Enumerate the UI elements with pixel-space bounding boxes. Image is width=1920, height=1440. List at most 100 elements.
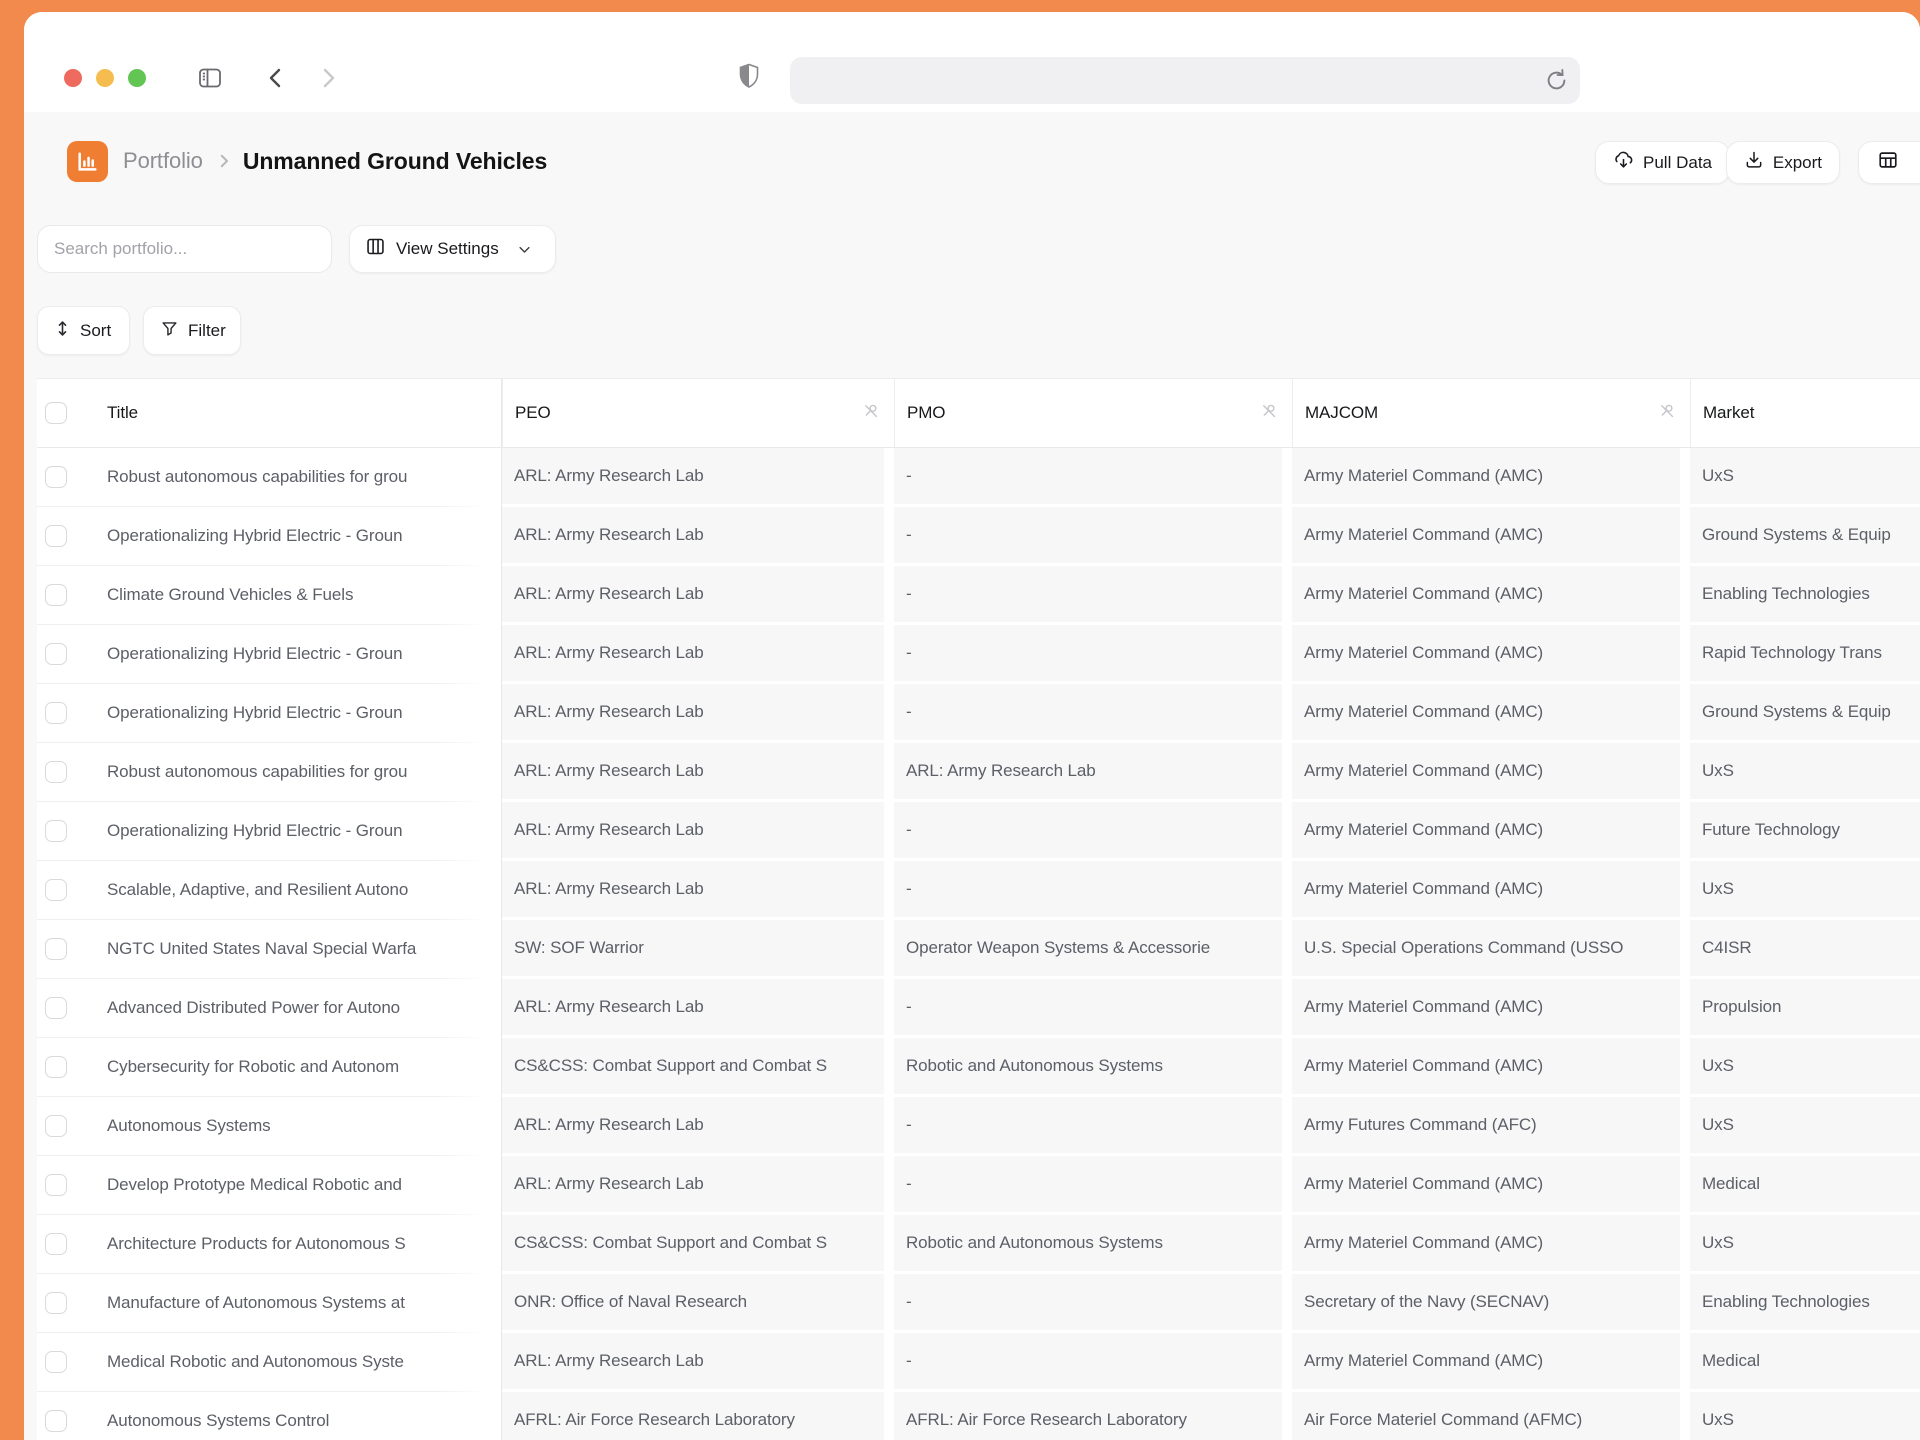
cell-market: Rapid Technology Trans (1690, 625, 1920, 684)
chevron-down-icon (517, 242, 532, 257)
table-row[interactable]: Manufacture of Autonomous Systems at ONR… (37, 1274, 1920, 1333)
address-bar[interactable] (790, 57, 1580, 104)
zoom-window-button[interactable] (128, 69, 146, 87)
table-row[interactable]: Robust autonomous capabilities for grou … (37, 743, 1920, 802)
reload-icon[interactable] (1543, 67, 1570, 99)
table-row[interactable]: Operationalizing Hybrid Electric - Groun… (37, 625, 1920, 684)
cell-title: Autonomous Systems Control (92, 1392, 490, 1440)
sort-button[interactable]: Sort (37, 306, 130, 355)
row-checkbox[interactable] (45, 1292, 67, 1314)
row-checkbox[interactable] (45, 1056, 67, 1078)
pinned-column-divider (490, 861, 502, 920)
cell-majcom: Army Materiel Command (AMC) (1292, 1333, 1690, 1392)
table-row[interactable]: Autonomous Systems ARL: Army Research La… (37, 1097, 1920, 1156)
cell-market: UxS (1690, 1392, 1920, 1440)
export-button[interactable]: Export (1726, 141, 1840, 184)
table-row[interactable]: Autonomous Systems Control AFRL: Air For… (37, 1392, 1920, 1440)
cell-pmo: - (894, 979, 1292, 1038)
portfolio-table: Title PEO PMO (37, 378, 1920, 1440)
cell-title: Operationalizing Hybrid Electric - Groun (92, 684, 490, 743)
breadcrumb-chevron-icon (215, 152, 233, 170)
cell-peo: ARL: Army Research Lab (502, 802, 894, 861)
cell-title: Architecture Products for Autonomous S (92, 1215, 490, 1274)
cell-market: UxS (1690, 448, 1920, 507)
cell-pmo: AFRL: Air Force Research Laboratory (894, 1392, 1292, 1440)
row-checkbox[interactable] (45, 1233, 67, 1255)
view-settings-label: View Settings (396, 239, 499, 259)
pull-data-button[interactable]: Pull Data (1595, 141, 1730, 184)
cell-title: Scalable, Adaptive, and Resilient Autono (92, 861, 490, 920)
cell-peo: AFRL: Air Force Research Laboratory (502, 1392, 894, 1440)
cell-peo: ARL: Army Research Lab (502, 1333, 894, 1392)
cell-market: Ground Systems & Equip (1690, 684, 1920, 743)
pin-off-icon[interactable] (1658, 402, 1676, 425)
row-checkbox[interactable] (45, 1410, 67, 1432)
cell-title: Robust autonomous capabilities for grou (92, 448, 490, 507)
table-row[interactable]: Operationalizing Hybrid Electric - Groun… (37, 802, 1920, 861)
column-header-pmo[interactable]: PMO (894, 379, 1292, 447)
select-all-checkbox[interactable] (45, 402, 67, 424)
filter-label: Filter (188, 321, 226, 341)
pin-off-icon[interactable] (1260, 402, 1278, 425)
cell-majcom: Secretary of the Navy (SECNAV) (1292, 1274, 1690, 1333)
portfolio-app-icon (67, 141, 108, 182)
view-settings-button[interactable]: View Settings (349, 225, 556, 273)
cell-majcom: Army Materiel Command (AMC) (1292, 625, 1690, 684)
table-row[interactable]: Advanced Distributed Power for Autono AR… (37, 979, 1920, 1038)
row-checkbox[interactable] (45, 466, 67, 488)
row-checkbox[interactable] (45, 997, 67, 1019)
table-row[interactable]: Robust autonomous capabilities for grou … (37, 448, 1920, 507)
cell-peo: ARL: Army Research Lab (502, 684, 894, 743)
table-row[interactable]: Scalable, Adaptive, and Resilient Autono… (37, 861, 1920, 920)
table-view-button[interactable] (1858, 141, 1920, 184)
cell-pmo: - (894, 802, 1292, 861)
row-checkbox[interactable] (45, 761, 67, 783)
row-checkbox[interactable] (45, 643, 67, 665)
row-checkbox[interactable] (45, 1174, 67, 1196)
table-row[interactable]: Operationalizing Hybrid Electric - Groun… (37, 507, 1920, 566)
pinned-column-divider (490, 802, 502, 861)
back-button[interactable] (264, 66, 288, 95)
table-row[interactable]: Climate Ground Vehicles & Fuels ARL: Arm… (37, 566, 1920, 625)
row-checkbox[interactable] (45, 525, 67, 547)
row-checkbox[interactable] (45, 820, 67, 842)
column-header-market[interactable]: Market (1690, 379, 1920, 447)
row-checkbox[interactable] (45, 938, 67, 960)
column-header-title[interactable]: Title (92, 379, 490, 447)
row-checkbox[interactable] (45, 584, 67, 606)
cell-peo: ARL: Army Research Lab (502, 448, 894, 507)
search-input[interactable] (37, 225, 332, 273)
table-row[interactable]: Architecture Products for Autonomous S C… (37, 1215, 1920, 1274)
table-row[interactable]: Cybersecurity for Robotic and Autonom CS… (37, 1038, 1920, 1097)
minimize-window-button[interactable] (96, 69, 114, 87)
cell-title: Operationalizing Hybrid Electric - Groun (92, 625, 490, 684)
cell-pmo: - (894, 684, 1292, 743)
cell-majcom: Army Futures Command (AFC) (1292, 1097, 1690, 1156)
table-row[interactable]: Medical Robotic and Autonomous Syste ARL… (37, 1333, 1920, 1392)
sidebar-toggle-icon[interactable] (196, 64, 224, 97)
cell-peo: ARL: Army Research Lab (502, 1156, 894, 1215)
column-header-majcom[interactable]: MAJCOM (1292, 379, 1690, 447)
pin-off-icon[interactable] (862, 402, 880, 425)
row-checkbox[interactable] (45, 1351, 67, 1373)
breadcrumb-root[interactable]: Portfolio (123, 148, 203, 174)
table-row[interactable]: Operationalizing Hybrid Electric - Groun… (37, 684, 1920, 743)
row-checkbox[interactable] (45, 1115, 67, 1137)
cell-title: Autonomous Systems (92, 1097, 490, 1156)
filter-button[interactable]: Filter (143, 306, 241, 355)
close-window-button[interactable] (64, 69, 82, 87)
privacy-shield-icon[interactable] (736, 62, 762, 95)
table-row[interactable]: NGTC United States Naval Special Warfa S… (37, 920, 1920, 979)
pinned-column-divider (490, 448, 502, 507)
cell-majcom: Army Materiel Command (AMC) (1292, 1156, 1690, 1215)
cell-peo: CS&CSS: Combat Support and Combat S (502, 1038, 894, 1097)
row-checkbox[interactable] (45, 702, 67, 724)
sort-label: Sort (80, 321, 111, 341)
pinned-column-divider (490, 979, 502, 1038)
table-row[interactable]: Develop Prototype Medical Robotic and AR… (37, 1156, 1920, 1215)
cell-market: UxS (1690, 1038, 1920, 1097)
cell-majcom: Army Materiel Command (AMC) (1292, 566, 1690, 625)
column-header-peo[interactable]: PEO (502, 379, 894, 447)
row-checkbox[interactable] (45, 879, 67, 901)
forward-button[interactable] (316, 66, 340, 95)
